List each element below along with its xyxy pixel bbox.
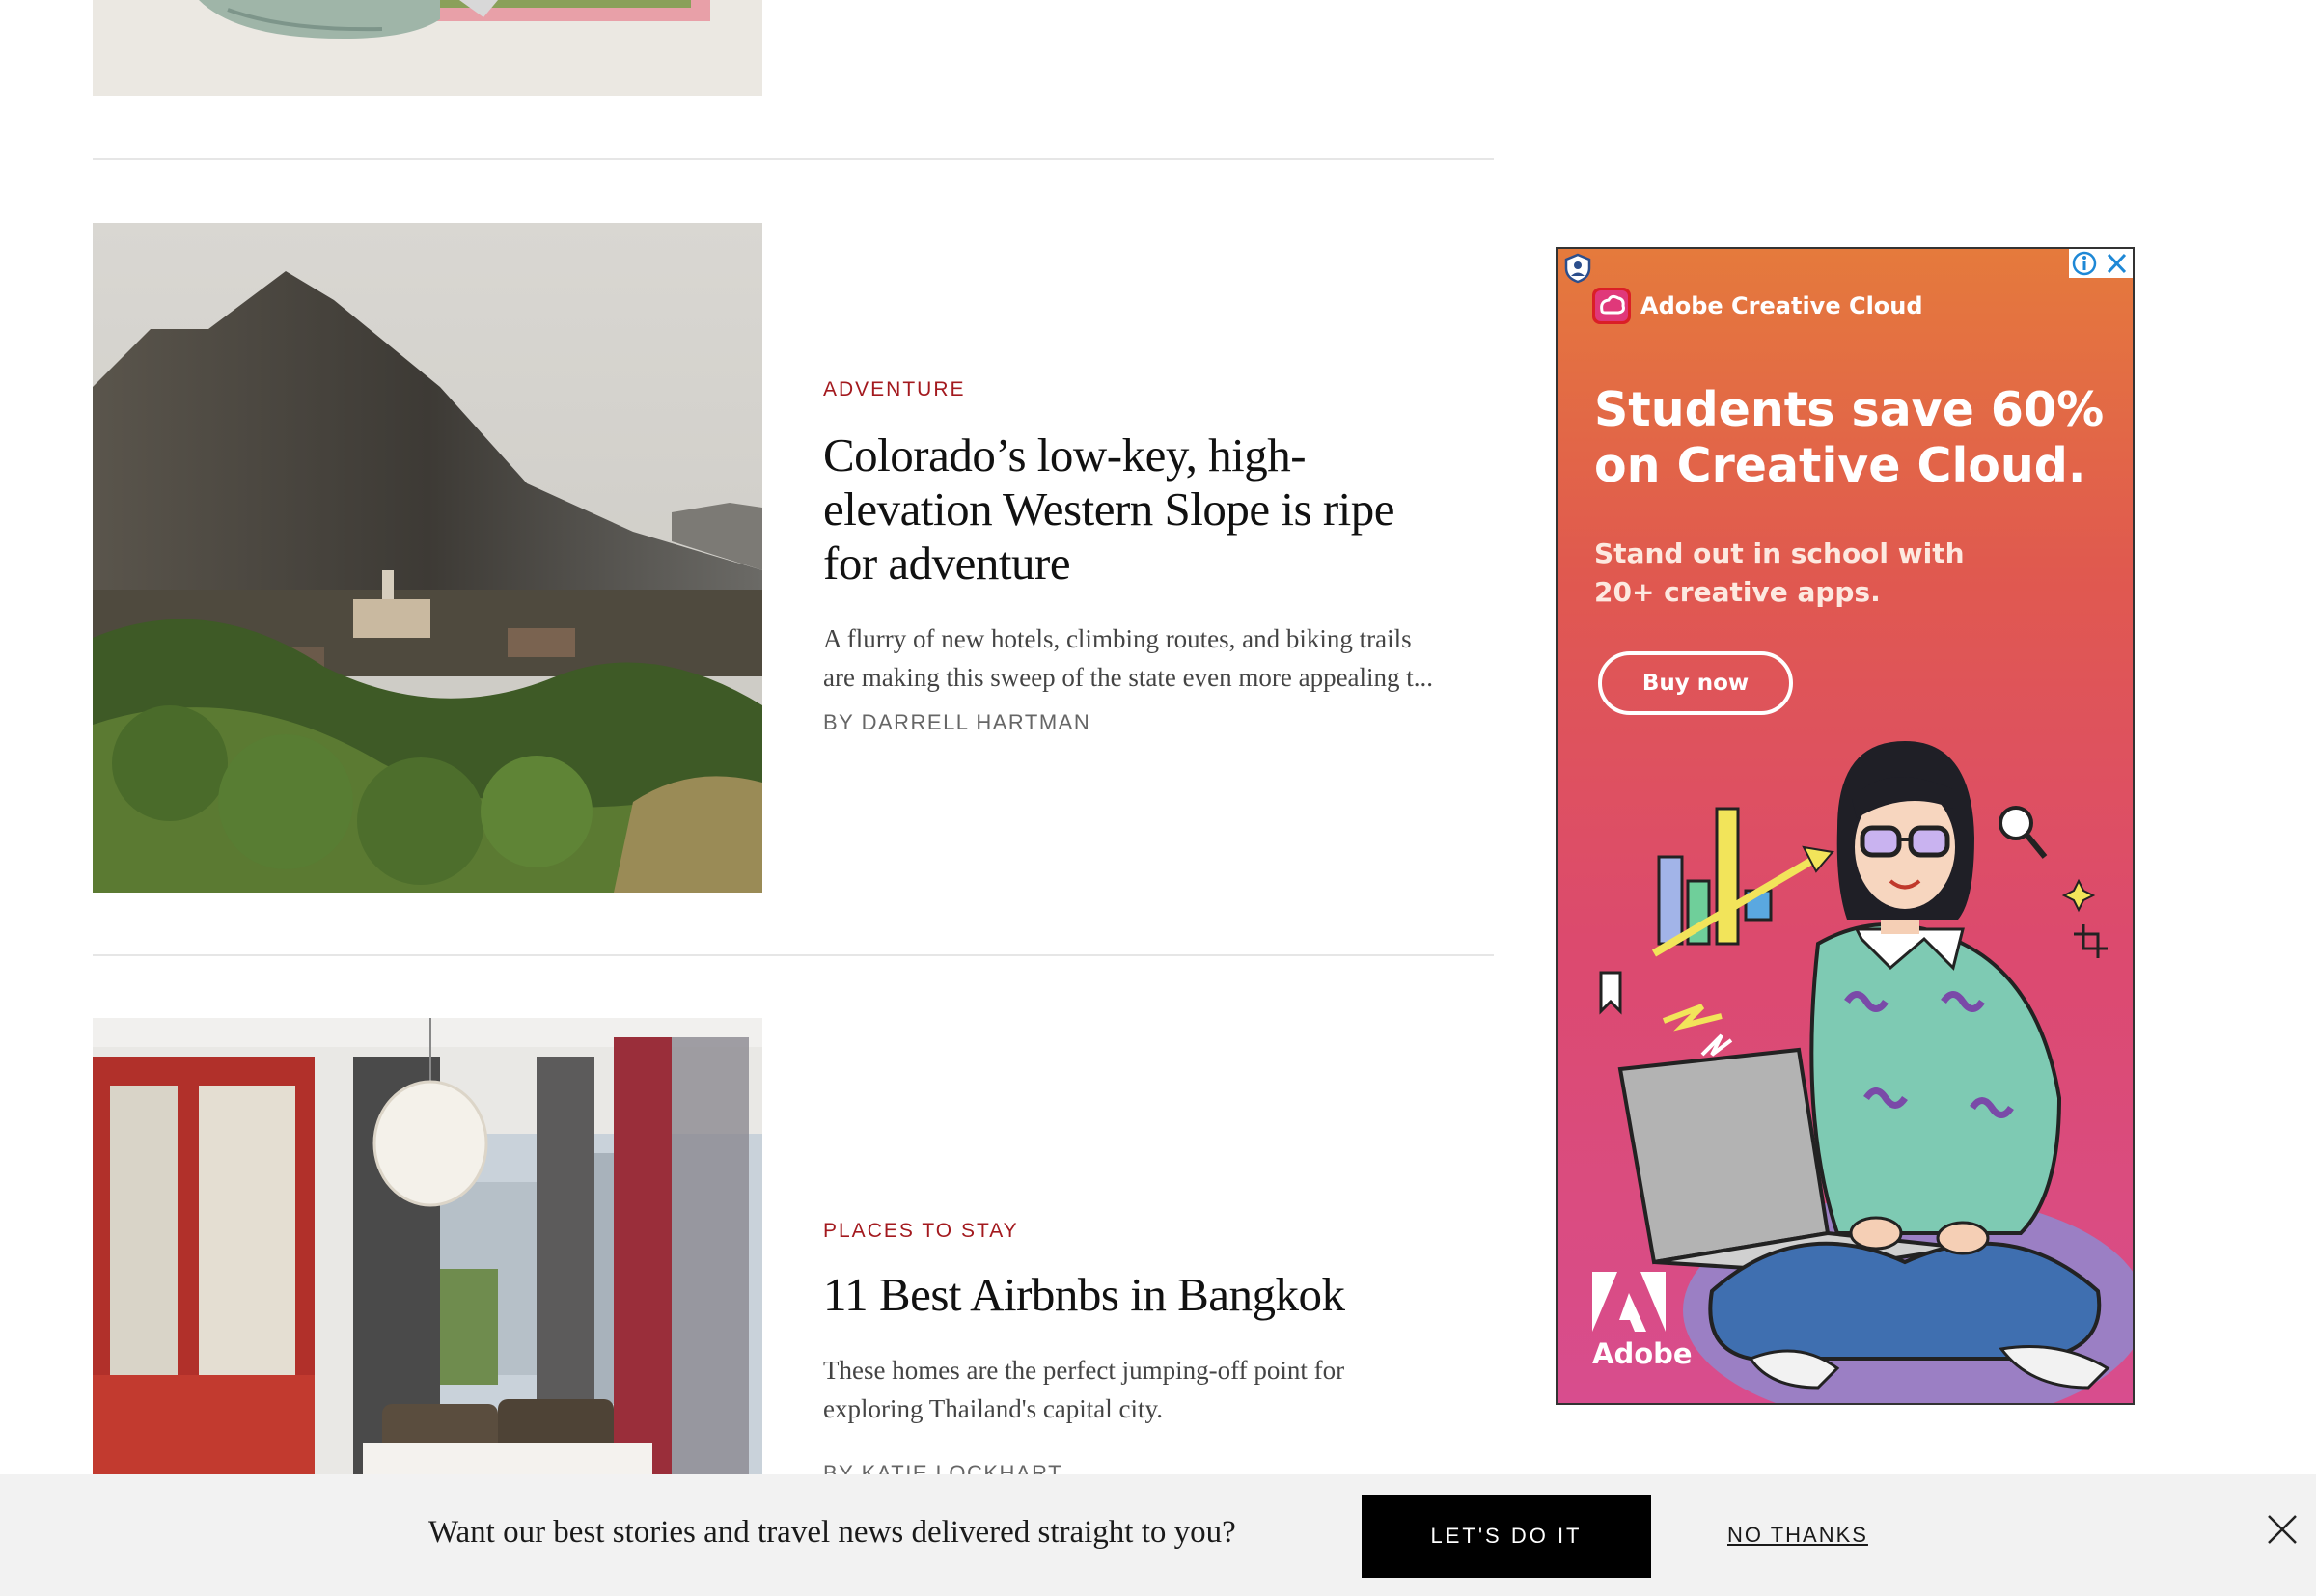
article-image[interactable] [93,223,762,893]
article-headline[interactable]: Colorado’s low-key, high- elevation West… [823,428,1489,591]
dek-line: exploring Thailand's capital city. [823,1394,1164,1423]
article-divider [93,954,1494,956]
headline-line: Colorado’s low-key, high- [823,428,1307,482]
newsletter-bar: Want our best stories and travel news de… [0,1474,2316,1596]
dek-line: A flurry of new hotels, climbing routes,… [823,624,1412,653]
adobe-logo-icon [1592,1272,1666,1332]
previous-article-image[interactable] [93,0,762,96]
article-byline[interactable]: BY DARRELL HARTMAN [823,710,1489,735]
article-card: ADVENTURE Colorado’s low-key, high- elev… [823,378,1489,735]
adobe-logo-text: Adobe [1592,1337,1693,1370]
adchoices-shield-icon[interactable] [1563,253,1592,284]
ad-brand: Adobe Creative Cloud [1640,292,1923,319]
article-headline[interactable]: 11 Best Airbnbs in Bangkok [823,1268,1489,1322]
close-icon[interactable] [2101,249,2133,278]
article-dek: These homes are the perfect jumping-off … [823,1351,1489,1428]
ad-subtext-line: 20+ creative apps. [1594,576,1881,608]
dek-line: are making this sweep of the state even … [823,663,1434,692]
article-divider [93,158,1494,160]
shoe-photo [93,0,762,96]
article-card: PLACES TO STAY 11 Best Airbnbs in Bangko… [823,1220,1489,1486]
headline-line: 11 Best Airbnbs in Bangkok [823,1268,1345,1321]
no-thanks-link[interactable]: NO THANKS [1727,1523,1868,1548]
article-dek: A flurry of new hotels, climbing routes,… [823,619,1489,697]
ad-subtext-line: Stand out in school with [1594,537,1965,569]
info-icon[interactable] [2069,249,2101,278]
article-image[interactable] [93,1018,762,1474]
ad-headline-line: on Creative Cloud. [1594,438,2086,493]
bedroom-interior-photo [93,1018,762,1474]
article-kicker[interactable]: ADVENTURE [823,378,1489,401]
newsletter-prompt: Want our best stories and travel news de… [428,1515,1236,1550]
creative-cloud-logo-icon [1592,288,1631,324]
dek-line: These homes are the perfect jumping-off … [823,1356,1345,1385]
mountain-town-photo [93,223,762,893]
adobe-advertisement[interactable]: Adobe Creative Cloud Students save 60% o… [1556,247,2135,1405]
ad-headline: Students save 60% on Creative Cloud. [1594,382,2104,494]
article-kicker[interactable]: PLACES TO STAY [823,1220,1489,1243]
lets-do-it-button[interactable]: LET'S DO IT [1362,1495,1651,1578]
close-icon[interactable] [2266,1513,2299,1546]
ad-headline-line: Students save 60% [1594,382,2105,437]
headline-line: elevation Western Slope is ripe [823,482,1395,536]
headline-line: for adventure [823,537,1071,590]
ad-subtext: Stand out in school with 20+ creative ap… [1594,535,1965,612]
